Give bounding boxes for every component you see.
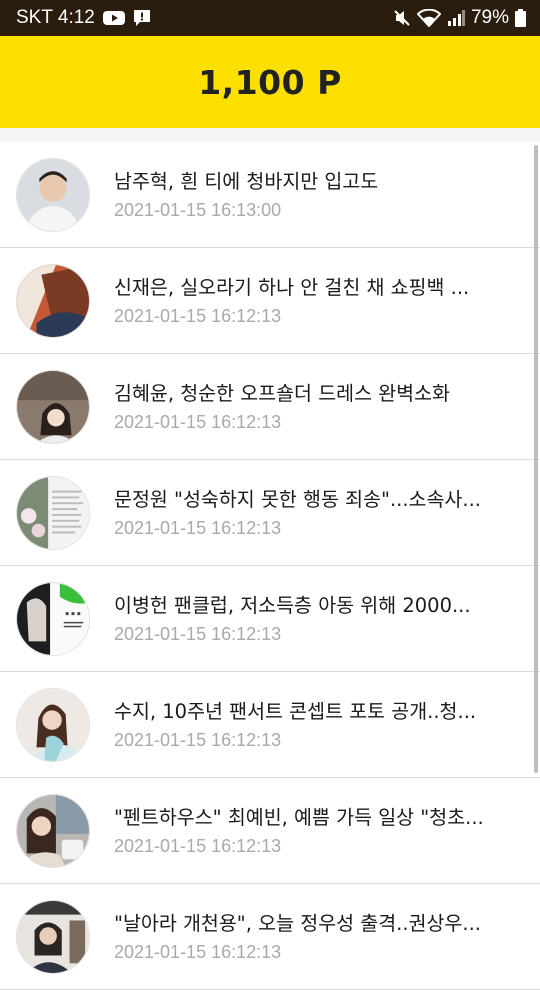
signal-icon [447, 10, 465, 26]
article-title: "날아라 개천용", 오늘 정우성 출격..권상우... [114, 912, 481, 935]
article-title: "펜트하우스" 최예빈, 예쁨 가득 일상 "청초... [114, 806, 484, 829]
scrollbar[interactable] [534, 145, 538, 773]
article-title: 남주혁, 흰 티에 청바지만 입고도 [114, 170, 379, 193]
article-title: 신재은, 실오라기 하나 안 걸친 채 쇼핑백 ... [114, 276, 470, 299]
battery-icon [515, 9, 526, 27]
carrier-time: SKT 4:12 [16, 7, 95, 28]
list-item[interactable]: "날아라 개천용", 오늘 정우성 출격..권상우... 2021-01-15 … [0, 884, 540, 990]
article-title: 수지, 10주년 팬서트 콘셉트 포토 공개..청... [114, 700, 477, 723]
list-item[interactable]: 수지, 10주년 팬서트 콘셉트 포토 공개..청... 2021-01-15 … [0, 672, 540, 778]
status-bar-left: SKT 4:12 [16, 7, 151, 29]
article-date: 2021-01-15 16:12:13 [114, 942, 282, 962]
status-bar-right: 79% [393, 7, 526, 29]
article-date: 2021-01-15 16:12:13 [114, 518, 282, 538]
article-thumbnail [16, 263, 90, 338]
wifi-icon [416, 9, 441, 27]
article-thumbnail [16, 157, 90, 232]
battery-percent: 79% [470, 7, 509, 28]
mute-icon [393, 9, 411, 27]
points-value: 1,100 P [198, 62, 342, 102]
list-item[interactable]: 문정원 "성숙하지 못한 행동 죄송"...소속사... 2021-01-15 … [0, 460, 540, 566]
list-item[interactable]: "펜트하우스" 최예빈, 예쁨 가득 일상 "청초... 2021-01-15 … [0, 778, 540, 884]
list-item[interactable]: 이병헌 팬클럽, 저소득층 아동 위해 2000... 2021-01-15 1… [0, 566, 540, 672]
header-divider [0, 128, 540, 142]
article-thumbnail [16, 581, 90, 656]
article-thumbnail [16, 793, 90, 868]
message-notification-icon [133, 9, 151, 27]
article-thumbnail [16, 899, 90, 974]
youtube-icon [102, 10, 125, 26]
article-thumbnail [16, 369, 90, 444]
article-date: 2021-01-15 16:12:13 [114, 836, 282, 856]
article-date: 2021-01-15 16:12:13 [114, 730, 282, 750]
points-header: 1,100 P [0, 36, 540, 128]
article-thumbnail [16, 475, 90, 550]
article-date: 2021-01-15 16:12:13 [114, 624, 282, 644]
article-date: 2021-01-15 16:12:13 [114, 306, 282, 326]
list-item[interactable]: 남주혁, 흰 티에 청바지만 입고도 2021-01-15 16:13:00 [0, 142, 540, 248]
article-date: 2021-01-15 16:12:13 [114, 412, 282, 432]
article-list[interactable]: 남주혁, 흰 티에 청바지만 입고도 2021-01-15 16:13:00 신… [0, 142, 540, 990]
article-date: 2021-01-15 16:13:00 [114, 200, 282, 220]
article-title: 문정원 "성숙하지 못한 행동 죄송"...소속사... [114, 488, 481, 511]
article-thumbnail [16, 687, 90, 762]
article-title: 이병헌 팬클럽, 저소득층 아동 위해 2000... [114, 594, 471, 617]
list-item[interactable]: 신재은, 실오라기 하나 안 걸친 채 쇼핑백 ... 2021-01-15 1… [0, 248, 540, 354]
list-item[interactable]: 김혜윤, 청순한 오프숄더 드레스 완벽소화 2021-01-15 16:12:… [0, 354, 540, 460]
status-bar: SKT 4:12 79% [0, 0, 540, 36]
article-title: 김혜윤, 청순한 오프숄더 드레스 완벽소화 [114, 382, 450, 405]
